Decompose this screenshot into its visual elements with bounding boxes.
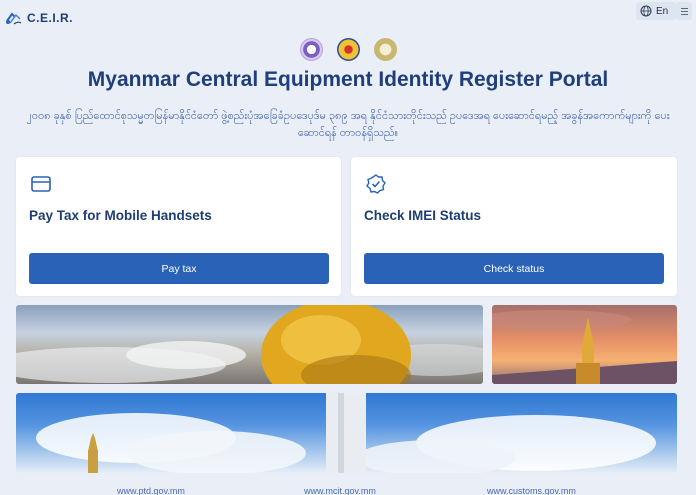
language-label: En (656, 5, 669, 17)
regulator-emblem (336, 38, 360, 61)
pay-tax-button[interactable]: Pay tax (29, 253, 329, 284)
footer-link-mcit[interactable]: www.mcit.gov.mm (304, 486, 376, 495)
check-status-button[interactable]: Check status (364, 253, 664, 284)
logo-text: C.E.I.R. (27, 11, 74, 25)
monument-sky-image (16, 393, 677, 473)
menu-button[interactable] (676, 2, 692, 20)
language-selector[interactable]: En (636, 2, 676, 20)
globe-icon (640, 5, 652, 17)
footer-link-ptd[interactable]: www.ptd.gov.mm (117, 486, 185, 495)
page-title: Myanmar Central Equipment Identity Regis… (87, 68, 609, 91)
top-bar: C.E.I.R. En (0, 0, 696, 36)
check-imei-card: Check IMEI Status Check status (351, 157, 677, 296)
fingerprint-logo-icon (6, 12, 22, 25)
menu-icon (680, 7, 688, 15)
pay-tax-title: Pay Tax for Mobile Handsets (29, 208, 212, 223)
footer-links: www.ptd.gov.mm www.mcit.gov.mm www.custo… (0, 486, 696, 495)
customs-emblem (373, 38, 397, 61)
check-imei-title: Check IMEI Status (364, 208, 482, 223)
footer-link-customs[interactable]: www.customs.gov.mm (487, 486, 576, 495)
credit-card-icon (31, 176, 51, 192)
page-subtitle: ၂၀၀၈ ခုနှစ် ပြည်ထောင်စုသမ္မတမြန်မာနိုင်င… (26, 110, 670, 139)
ceir-logo[interactable]: C.E.I.R. (4, 9, 73, 27)
pagoda-sunset-image (492, 305, 677, 384)
emblem-row (0, 38, 696, 61)
pay-tax-card: Pay Tax for Mobile Handsets Pay tax (16, 157, 341, 296)
golden-rock-image (16, 305, 483, 384)
ministry-emblem (299, 38, 323, 61)
verified-badge-icon (366, 174, 386, 194)
